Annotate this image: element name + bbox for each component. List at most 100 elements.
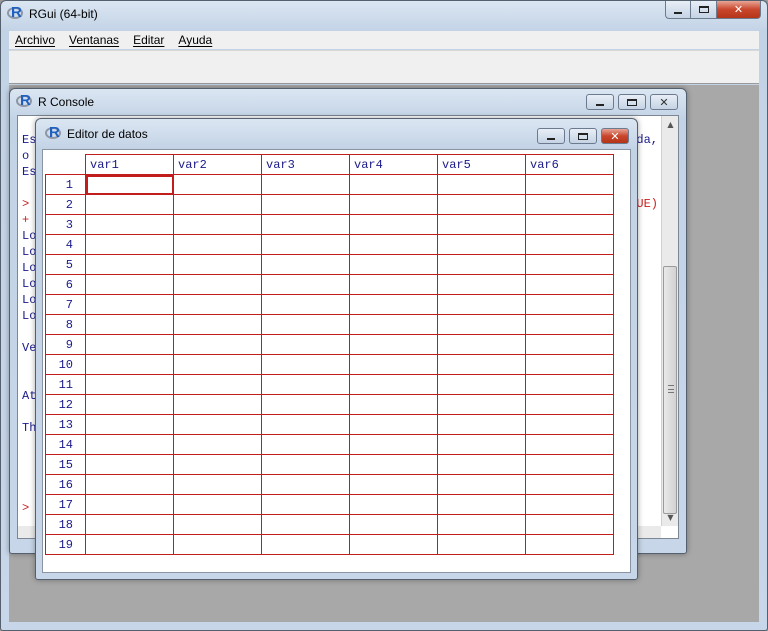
row-number[interactable]: 7	[45, 294, 86, 315]
maximize-button[interactable]	[691, 1, 717, 19]
data-cell[interactable]	[85, 294, 174, 315]
scroll-up-icon[interactable]: ▲	[662, 116, 679, 133]
data-cell[interactable]	[173, 254, 262, 275]
data-cell[interactable]	[173, 454, 262, 475]
data-cell[interactable]	[437, 454, 526, 475]
data-cell[interactable]	[525, 234, 614, 255]
data-cell[interactable]	[525, 214, 614, 235]
data-cell[interactable]	[261, 374, 350, 395]
data-cell[interactable]	[349, 414, 438, 435]
data-cell[interactable]	[349, 534, 438, 555]
data-cell[interactable]	[525, 294, 614, 315]
scroll-down-icon[interactable]: ▼	[662, 509, 679, 526]
data-cell[interactable]	[437, 234, 526, 255]
data-cell[interactable]	[85, 394, 174, 415]
rgui-titlebar[interactable]: R RGui (64-bit)	[1, 1, 767, 27]
data-cell[interactable]	[525, 314, 614, 335]
data-cell[interactable]	[525, 354, 614, 375]
data-cell[interactable]	[261, 274, 350, 295]
data-cell[interactable]	[85, 214, 174, 235]
menu-archivo[interactable]: Archivo	[15, 33, 55, 47]
data-cell[interactable]	[525, 374, 614, 395]
data-cell[interactable]	[85, 474, 174, 495]
data-cell[interactable]	[349, 394, 438, 415]
editor-minimize-button[interactable]	[537, 128, 565, 144]
data-cell[interactable]	[261, 334, 350, 355]
data-cell[interactable]	[437, 494, 526, 515]
data-cell[interactable]	[85, 354, 174, 375]
data-cell[interactable]	[173, 174, 262, 195]
data-cell[interactable]	[261, 174, 350, 195]
data-cell[interactable]	[261, 534, 350, 555]
data-cell[interactable]	[173, 474, 262, 495]
data-cell[interactable]	[437, 374, 526, 395]
data-cell[interactable]	[437, 194, 526, 215]
data-cell[interactable]	[261, 434, 350, 455]
editor-close-button[interactable]: ✕	[601, 128, 629, 144]
data-cell[interactable]	[437, 254, 526, 275]
data-cell[interactable]	[437, 214, 526, 235]
data-cell[interactable]	[261, 314, 350, 335]
data-cell[interactable]	[437, 534, 526, 555]
data-cell[interactable]	[85, 194, 174, 215]
data-cell[interactable]	[525, 534, 614, 555]
data-cell[interactable]	[349, 474, 438, 495]
data-cell[interactable]	[261, 394, 350, 415]
data-cell[interactable]	[173, 274, 262, 295]
row-number[interactable]: 18	[45, 514, 86, 535]
data-cell[interactable]	[85, 514, 174, 535]
row-number[interactable]: 5	[45, 254, 86, 275]
data-cell[interactable]	[85, 414, 174, 435]
data-cell[interactable]	[437, 414, 526, 435]
data-cell[interactable]	[349, 354, 438, 375]
data-cell[interactable]	[85, 454, 174, 475]
data-cell[interactable]	[85, 254, 174, 275]
data-cell[interactable]	[173, 534, 262, 555]
data-cell[interactable]	[525, 174, 614, 195]
data-cell[interactable]	[173, 214, 262, 235]
data-cell[interactable]	[85, 334, 174, 355]
data-cell[interactable]	[525, 494, 614, 515]
data-cell[interactable]	[173, 414, 262, 435]
data-cell[interactable]	[525, 514, 614, 535]
column-header-var6[interactable]: var6	[525, 154, 614, 175]
console-close-button[interactable]: ✕	[650, 94, 678, 110]
row-number[interactable]: 13	[45, 414, 86, 435]
editor-maximize-button[interactable]	[569, 128, 597, 144]
data-cell[interactable]	[173, 334, 262, 355]
data-cell[interactable]	[261, 214, 350, 235]
data-cell[interactable]	[437, 474, 526, 495]
row-number[interactable]: 9	[45, 334, 86, 355]
data-cell[interactable]	[349, 234, 438, 255]
close-button[interactable]: ✕	[717, 1, 761, 19]
menu-editar[interactable]: Editar	[133, 33, 164, 47]
data-cell[interactable]	[437, 514, 526, 535]
row-number[interactable]: 2	[45, 194, 86, 215]
row-number[interactable]: 19	[45, 534, 86, 555]
data-cell[interactable]	[437, 314, 526, 335]
row-number[interactable]: 6	[45, 274, 86, 295]
row-number[interactable]: 12	[45, 394, 86, 415]
minimize-button[interactable]	[665, 1, 691, 19]
data-cell[interactable]	[525, 394, 614, 415]
menu-ventanas[interactable]: Ventanas	[69, 33, 119, 47]
data-cell[interactable]	[437, 334, 526, 355]
data-cell[interactable]	[349, 174, 438, 195]
data-cell[interactable]	[349, 374, 438, 395]
column-header-var1[interactable]: var1	[85, 154, 174, 175]
data-cell[interactable]	[437, 294, 526, 315]
row-number[interactable]: 16	[45, 474, 86, 495]
data-cell[interactable]	[85, 274, 174, 295]
column-header-var4[interactable]: var4	[349, 154, 438, 175]
data-cell[interactable]	[85, 234, 174, 255]
data-cell[interactable]	[525, 194, 614, 215]
data-cell[interactable]	[85, 534, 174, 555]
data-cell[interactable]	[85, 434, 174, 455]
data-cell[interactable]	[437, 174, 526, 195]
row-number[interactable]: 15	[45, 454, 86, 475]
column-header-var5[interactable]: var5	[437, 154, 526, 175]
row-number[interactable]: 3	[45, 214, 86, 235]
data-cell[interactable]	[261, 454, 350, 475]
data-cell[interactable]	[261, 514, 350, 535]
data-cell[interactable]	[173, 434, 262, 455]
